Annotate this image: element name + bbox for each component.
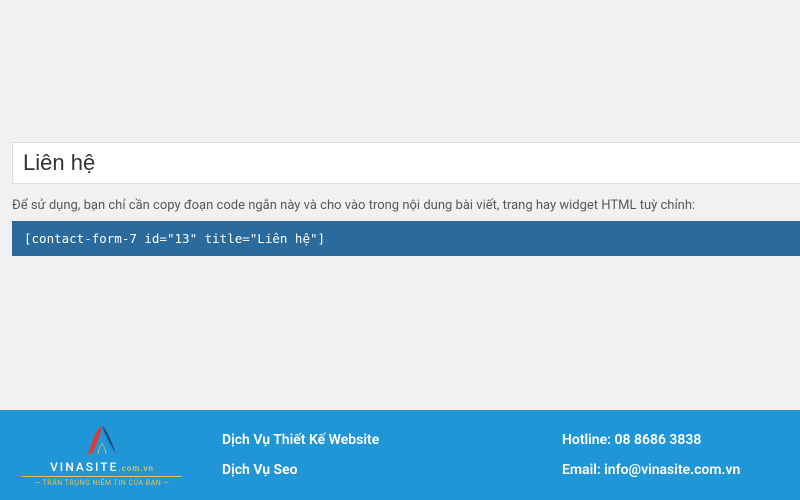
- email-link[interactable]: info@vinasite.com.vn: [604, 462, 740, 478]
- footer-hotline: Hotline: 08 8686 3838: [562, 432, 778, 448]
- feather-icon: [78, 424, 126, 458]
- email-label: Email:: [562, 462, 601, 478]
- shortcode-instruction: Để sử dụng, bạn chỉ cần copy đoạn code n…: [12, 198, 800, 213]
- footer-logo[interactable]: VINASITE.com.vn — TRÂN TRỌNG NIỀM TIN CỦ…: [22, 424, 182, 487]
- footer-services: Dịch Vụ Thiết Kế Website Dịch Vụ Seo: [222, 432, 482, 478]
- main-content: Để sử dụng, bạn chỉ cần copy đoạn code n…: [0, 0, 800, 410]
- hotline-link[interactable]: 08 8686 3838: [614, 432, 701, 448]
- footer-email: Email: info@vinasite.com.vn: [562, 462, 778, 478]
- form-title-input[interactable]: [12, 142, 800, 184]
- service-link-web-design[interactable]: Dịch Vụ Thiết Kế Website: [222, 432, 482, 448]
- service-link-seo[interactable]: Dịch Vụ Seo: [222, 462, 482, 478]
- footer-contact: Hotline: 08 8686 3838 Email: info@vinasi…: [522, 432, 778, 478]
- shortcode-display[interactable]: [contact-form-7 id="13" title="Liên hệ"]: [12, 221, 800, 256]
- logo-wordmark: VINASITE.com.vn: [50, 460, 154, 474]
- logo-tagline: — TRÂN TRỌNG NIỀM TIN CỦA BẠN —: [22, 476, 182, 487]
- hotline-label: Hotline:: [562, 432, 611, 448]
- footer: VINASITE.com.vn — TRÂN TRỌNG NIỀM TIN CỦ…: [0, 410, 800, 500]
